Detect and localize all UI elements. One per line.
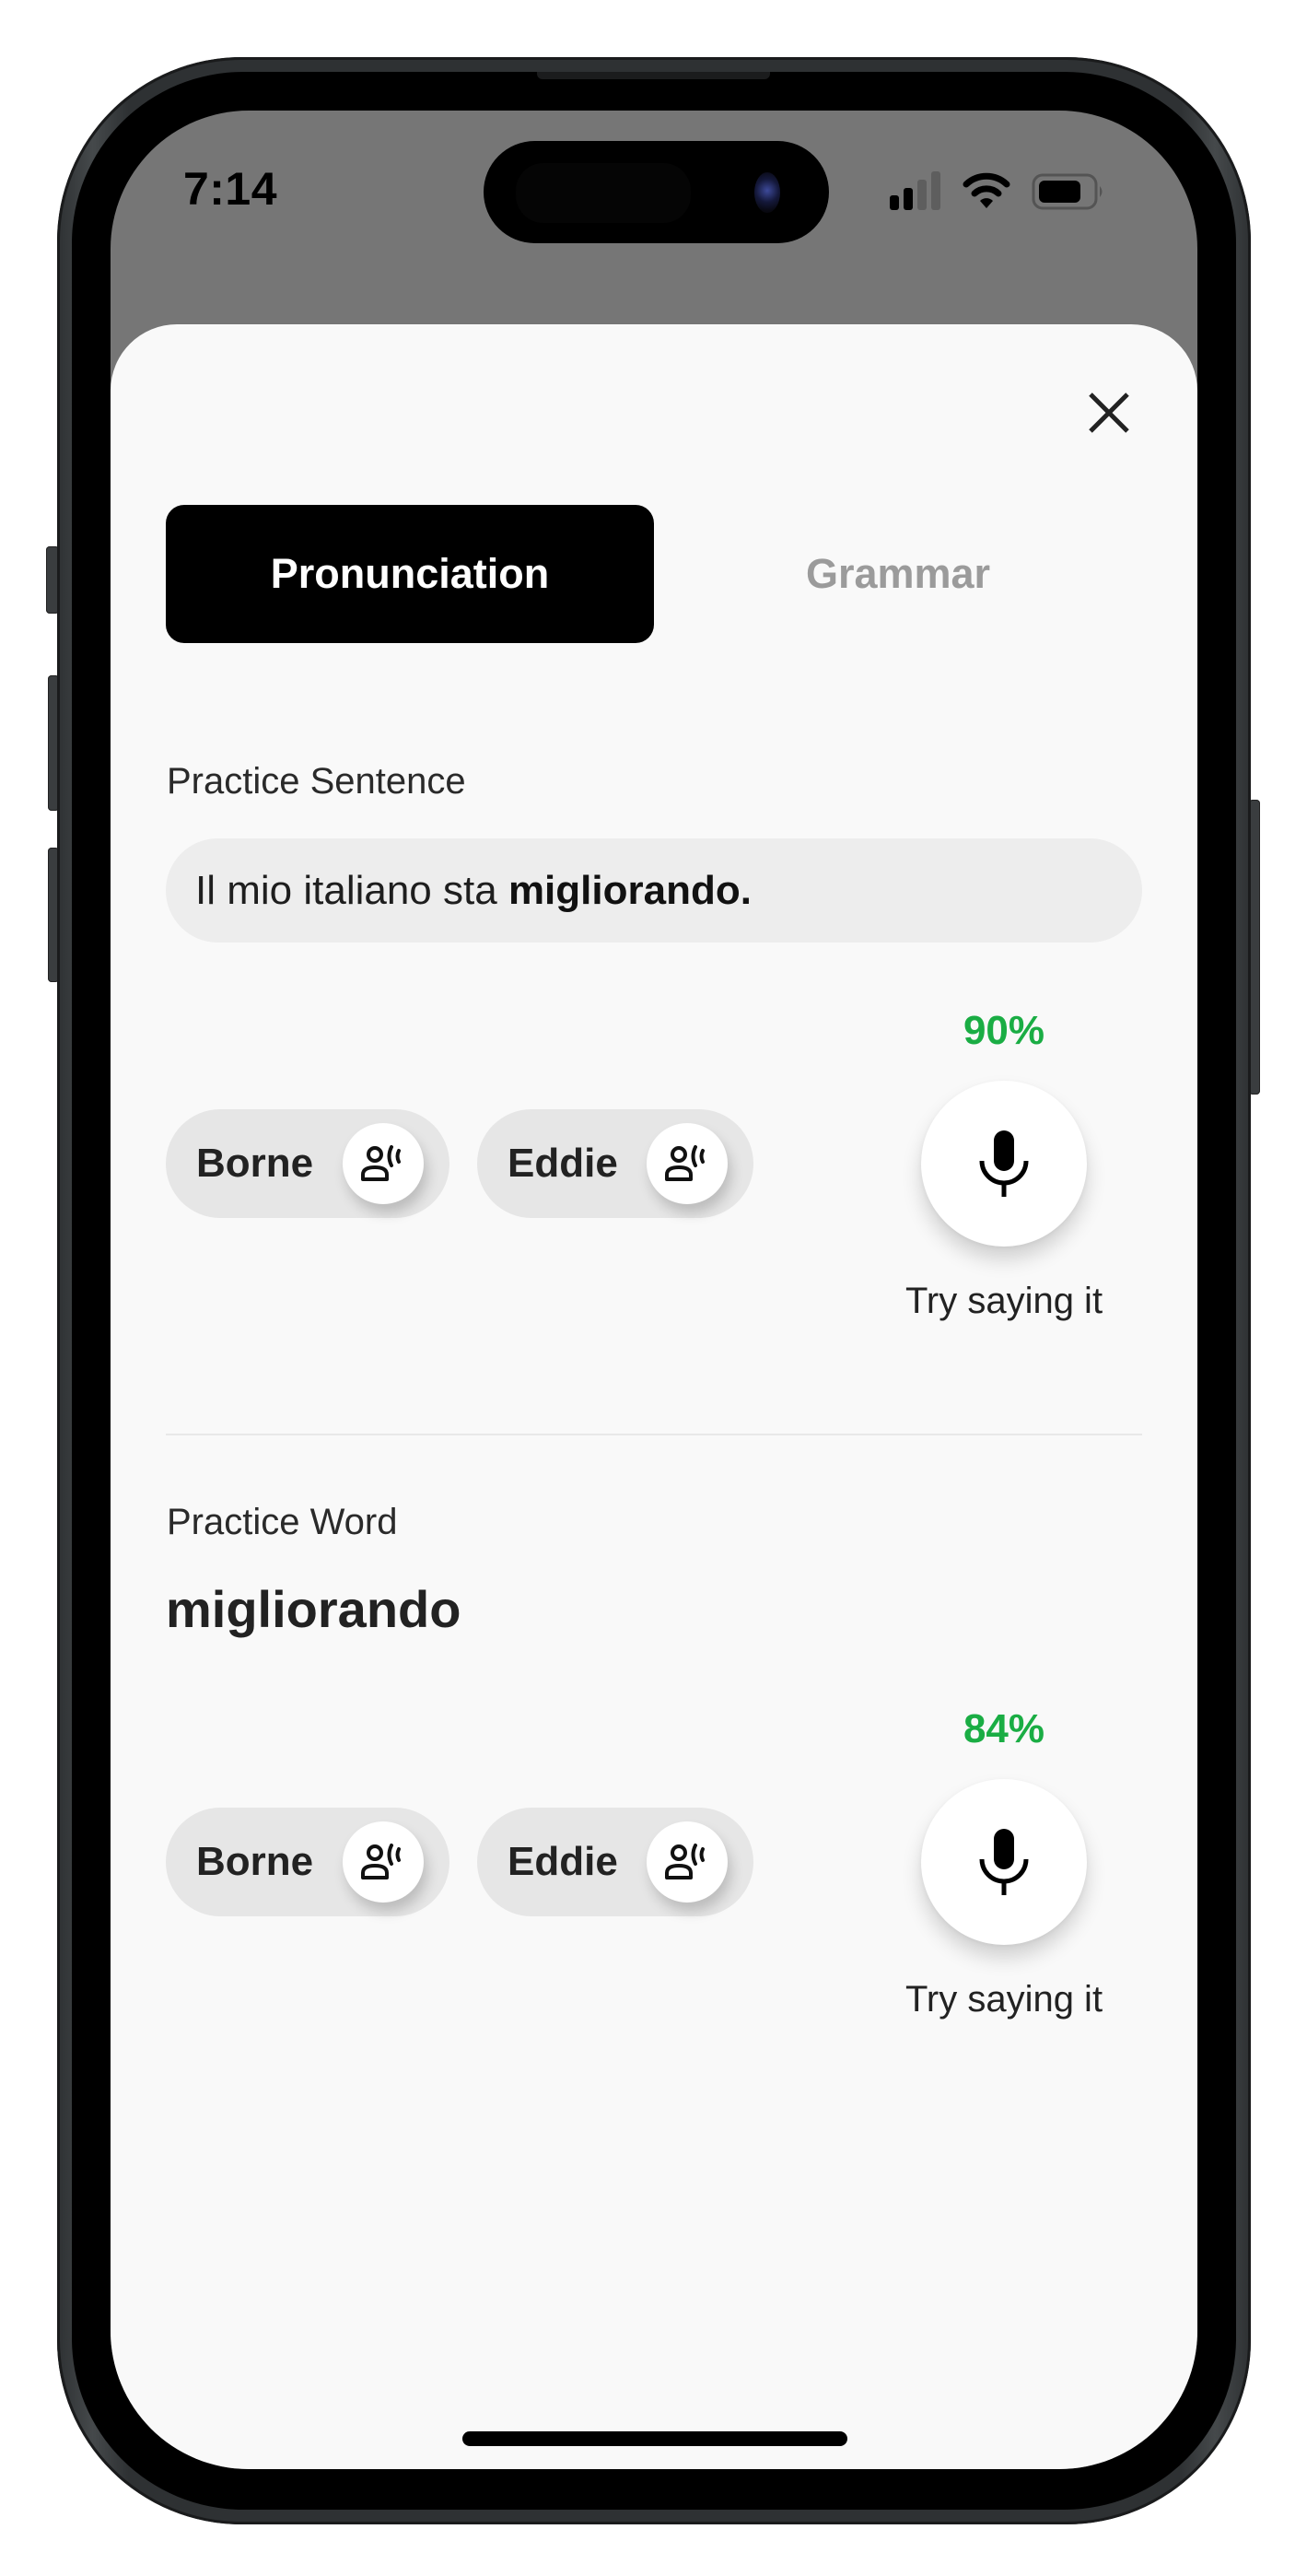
- word-score: 84%: [963, 1706, 1045, 1751]
- practice-sentence-label: Practice Sentence: [167, 761, 466, 802]
- microphone-icon: [979, 1829, 1029, 1895]
- sentence-text: Il mio italiano sta: [195, 867, 508, 913]
- microphone-icon: [979, 1130, 1029, 1197]
- tab-grammar[interactable]: Grammar: [682, 505, 1114, 643]
- signal-bar-2: [904, 188, 913, 210]
- voice-speaker-icon: [647, 1821, 728, 1903]
- close-button[interactable]: [1081, 385, 1137, 440]
- voice-button-eddie[interactable]: Eddie: [477, 1808, 753, 1916]
- voice-speaker-icon: [647, 1123, 728, 1204]
- practice-word: migliorando: [166, 1580, 461, 1638]
- practice-sentence-box: Il mio italiano sta migliorando.: [166, 838, 1142, 943]
- sentence-highlight-word: migliorando.: [508, 867, 752, 913]
- voice-speaker-icon: [343, 1821, 424, 1903]
- status-time: 7:14: [182, 163, 278, 215]
- section-divider: [166, 1434, 1142, 1435]
- speaker-grille: [537, 72, 770, 79]
- practice-word-label: Practice Word: [167, 1502, 398, 1542]
- tab-pronunciation[interactable]: Pronunciation: [166, 505, 654, 643]
- cellular-signal-icon: [888, 171, 945, 212]
- voice-name: Eddie: [508, 1141, 618, 1186]
- voice-button-eddie[interactable]: Eddie: [477, 1109, 753, 1218]
- wifi-icon: [963, 171, 1010, 212]
- word-try-label: Try saying it: [904, 1979, 1103, 2020]
- signal-bar-4: [931, 171, 940, 210]
- sentence-score: 90%: [963, 1008, 1045, 1053]
- home-indicator[interactable]: [462, 2431, 847, 2446]
- dynamic-island-sensor: [516, 163, 691, 223]
- signal-bar-1: [890, 195, 899, 210]
- word-record-button[interactable]: [921, 1779, 1087, 1945]
- voice-name: Borne: [196, 1141, 314, 1186]
- voice-button-borne[interactable]: Borne: [166, 1808, 449, 1916]
- bottom-sheet: [111, 324, 1197, 2469]
- voice-speaker-icon: [343, 1123, 424, 1204]
- voice-name: Eddie: [508, 1839, 618, 1884]
- voice-button-borne[interactable]: Borne: [166, 1109, 449, 1218]
- signal-bar-3: [917, 180, 927, 210]
- front-camera: [754, 172, 780, 213]
- battery-level: [1039, 181, 1080, 203]
- voice-name: Borne: [196, 1839, 314, 1884]
- sentence-record-button[interactable]: [921, 1081, 1087, 1247]
- sentence-try-label: Try saying it: [904, 1281, 1103, 1321]
- close-icon: [1089, 392, 1129, 433]
- battery-icon: [1032, 173, 1105, 210]
